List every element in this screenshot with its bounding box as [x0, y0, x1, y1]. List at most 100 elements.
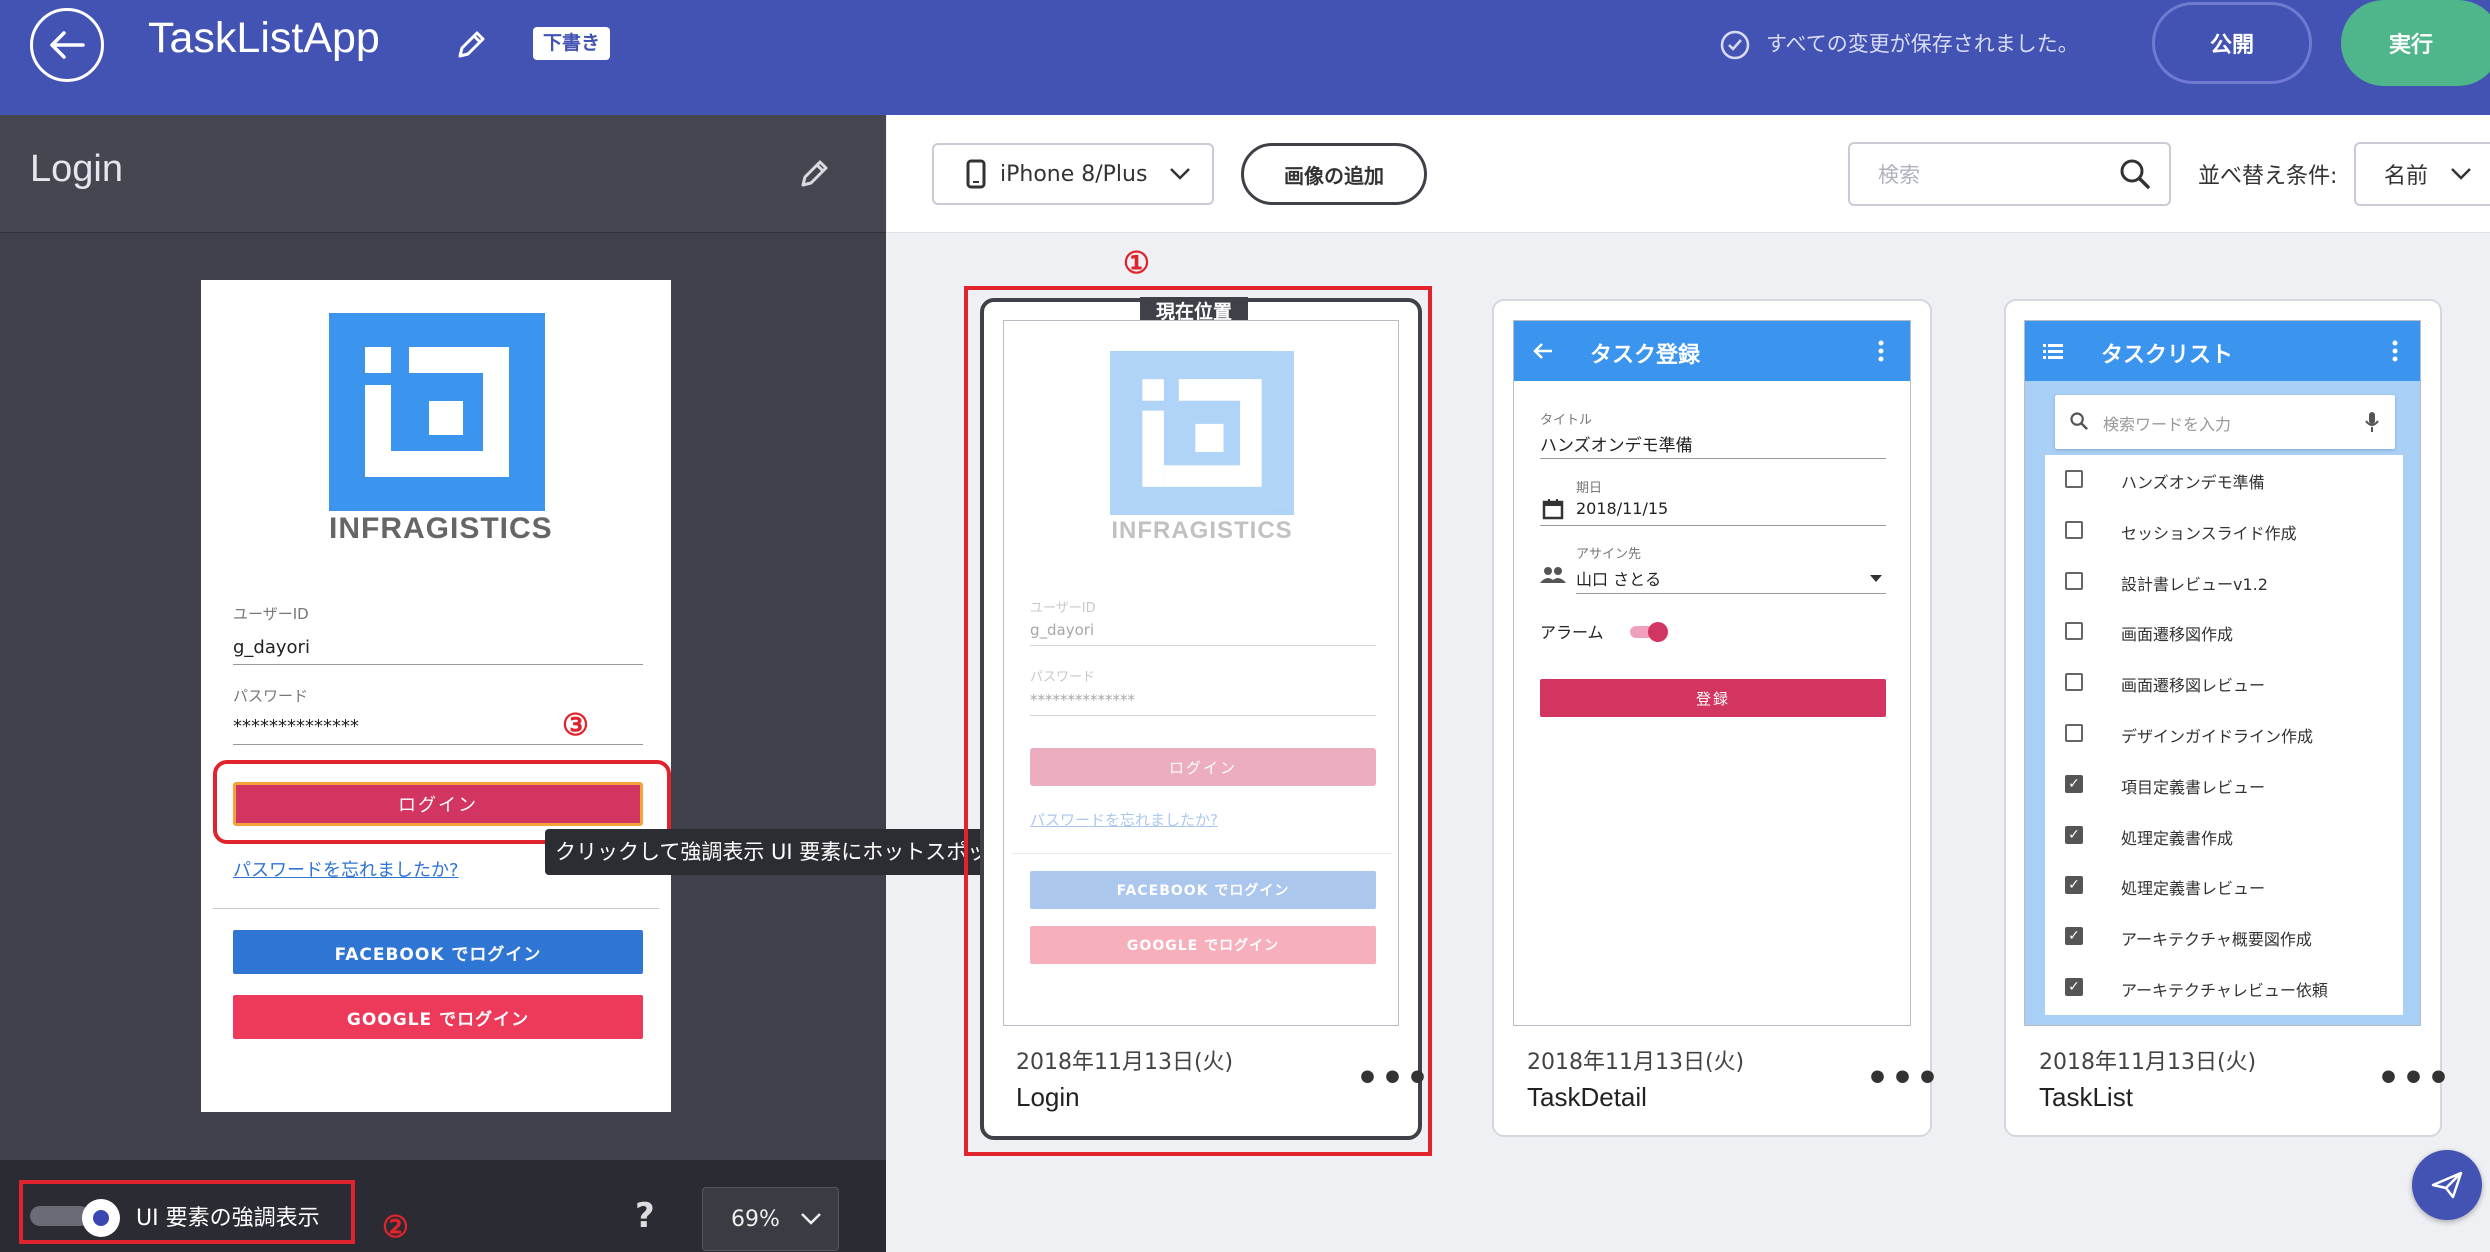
- search-icon: [2070, 412, 2089, 431]
- publish-button[interactable]: 公開: [2152, 2, 2312, 84]
- sort-value: 名前: [2384, 164, 2429, 189]
- list-item: セッションスライド作成: [2045, 514, 2403, 548]
- list-item-label: 処理定義書レビュー: [2121, 879, 2266, 899]
- run-button[interactable]: 実行: [2341, 0, 2490, 86]
- list-item: ✓ アーキテクチャレビュー依頼: [2045, 971, 2403, 1005]
- checkbox-icon: [2065, 571, 2083, 590]
- send-feedback-button[interactable]: [2412, 1150, 2482, 1220]
- device-select[interactable]: iPhone 8/Plus: [932, 143, 1214, 205]
- check-circle-icon: [1719, 29, 1751, 61]
- chevron-down-icon: [801, 1213, 821, 1225]
- password-label: パスワード: [233, 687, 309, 705]
- list-item: ✓ 項目定義書レビュー: [2045, 768, 2403, 802]
- alarm-label: アラーム: [1540, 623, 1604, 642]
- password-field[interactable]: **************: [233, 716, 359, 737]
- checkbox-icon: [2065, 673, 2083, 692]
- search-icon: [2120, 159, 2150, 189]
- logo-mark: [329, 313, 545, 511]
- list-item-label: セッションスライド作成: [2121, 523, 2297, 543]
- user-id-label: ユーザーID: [1030, 601, 1096, 616]
- login-thumbnail: INFRAGISTICS ユーザーID g_dayori パスワード *****…: [1003, 320, 1399, 1026]
- annotation-2: ②: [382, 1210, 409, 1245]
- title-label: タイトル: [1540, 413, 1593, 428]
- title-field: ハンズオンデモ準備: [1540, 436, 1693, 456]
- card-date: 2018年11月13日(火): [1016, 1050, 1234, 1075]
- toggle-knob[interactable]: [82, 1199, 120, 1237]
- list-item: ✓ アーキテクチャ概要図作成: [2045, 920, 2403, 954]
- zoom-select[interactable]: 69%: [702, 1187, 839, 1251]
- list-item-label: 設計書レビューv1.2: [2121, 574, 2268, 594]
- logo-mark: [1110, 351, 1294, 515]
- list-search-box: 検索ワードを入力: [2055, 395, 2395, 449]
- assignee-field: 山口 さとる: [1576, 570, 1662, 589]
- draft-badge: 下書き: [533, 27, 611, 60]
- mic-icon: [2365, 412, 2379, 432]
- more-icon[interactable]: •••: [1356, 1058, 1431, 1099]
- forgot-password-link[interactable]: パスワードを忘れましたか?: [233, 856, 459, 882]
- google-login-button: GOOGLE でログイン: [1030, 926, 1376, 964]
- pencil-icon[interactable]: [795, 155, 833, 193]
- list-item: ハンズオンデモ準備: [2045, 463, 2403, 497]
- card-name: Login: [1016, 1082, 1080, 1112]
- facebook-login-button[interactable]: FACEBOOK でログイン: [233, 930, 643, 974]
- checkbox-icon: [2065, 520, 2083, 539]
- card-date: 2018年11月13日(火): [2039, 1050, 2257, 1075]
- appbar-title: タスク登録: [1590, 343, 1701, 368]
- google-login-button[interactable]: GOOGLE でログイン: [233, 995, 643, 1039]
- appbar-title: タスクリスト: [2101, 343, 2234, 368]
- sort-select[interactable]: 名前: [2354, 142, 2490, 206]
- highlight-toggle-label: UI 要素の強調表示: [136, 1206, 320, 1231]
- due-field: 2018/11/15: [1576, 499, 1669, 518]
- arrow-left-icon: [1533, 343, 1552, 359]
- submit-button: 登録: [1540, 679, 1886, 717]
- facebook-login-button: FACEBOOK でログイン: [1030, 871, 1376, 909]
- send-icon: [2431, 1171, 2463, 1199]
- chevron-down-icon: [1170, 168, 1191, 180]
- password-field: **************: [1030, 691, 1135, 709]
- tasklist-thumbnail: タスクリスト 検索ワードを入力 ハンズオンデモ準備セッションスライド作成 設計書レ…: [2024, 320, 2421, 1026]
- list-item-label: 処理定義書作成: [2121, 828, 2234, 848]
- device-value: iPhone 8/Plus: [1000, 161, 1148, 187]
- back-button[interactable]: [30, 8, 104, 82]
- search-placeholder: 検索: [1878, 163, 1920, 187]
- divider: [233, 664, 643, 665]
- list-item-label: ハンズオンデモ準備: [2121, 473, 2265, 492]
- sort-label: 並べ替え条件:: [2198, 164, 2338, 189]
- more-icon[interactable]: •••: [1866, 1058, 1941, 1099]
- screen-header: [0, 115, 886, 233]
- highlight-toggle[interactable]: [30, 1206, 90, 1226]
- app-bar: タスク登録: [1514, 321, 1910, 381]
- list-item-label: 画面遷移図作成: [2121, 625, 2234, 645]
- list-item: 画面遷移図作成: [2045, 615, 2403, 649]
- password-label: パスワード: [1030, 670, 1096, 685]
- checkbox-checked-icon: ✓: [2065, 774, 2083, 793]
- list-icon: [2043, 344, 2063, 359]
- add-image-button[interactable]: 画像の追加: [1241, 143, 1427, 205]
- user-id-label: ユーザーID: [233, 605, 309, 623]
- help-icon[interactable]: ?: [635, 1196, 655, 1236]
- more-vert-icon: [1878, 340, 1884, 362]
- more-icon[interactable]: •••: [2377, 1058, 2452, 1099]
- taskdetail-thumbnail: タスク登録 タイトル ハンズオンデモ準備 期日 2018/11/15 アサイン先…: [1513, 320, 1911, 1026]
- assignee-label: アサイン先: [1576, 547, 1642, 562]
- checkbox-checked-icon: ✓: [2065, 825, 2083, 844]
- arrow-left-icon: [50, 31, 85, 59]
- pencil-icon[interactable]: [452, 26, 490, 64]
- card-name: TaskList: [2039, 1082, 2133, 1112]
- card-name: TaskDetail: [1527, 1082, 1647, 1112]
- chevron-down-icon: [2451, 168, 2471, 180]
- search-input[interactable]: 検索: [1848, 142, 2171, 206]
- alarm-toggle-knob: [1648, 622, 1668, 642]
- checkbox-checked-icon: ✓: [2065, 927, 2083, 946]
- list-item-label: デザインガイドライン作成: [2121, 727, 2314, 746]
- forgot-password-link: パスワードを忘れましたか?: [1030, 811, 1218, 829]
- phone-icon: [966, 159, 986, 189]
- app-title: TaskListApp: [148, 14, 380, 62]
- user-id-field[interactable]: g_dayori: [233, 637, 310, 658]
- checkbox-checked-icon: ✓: [2065, 978, 2083, 996]
- checkbox-icon: [2065, 724, 2083, 742]
- card-date: 2018年11月13日(火): [1527, 1050, 1745, 1075]
- user-id-field: g_dayori: [1030, 621, 1095, 639]
- annotation-3: ③: [562, 708, 589, 743]
- zoom-value: 69%: [731, 1206, 780, 1232]
